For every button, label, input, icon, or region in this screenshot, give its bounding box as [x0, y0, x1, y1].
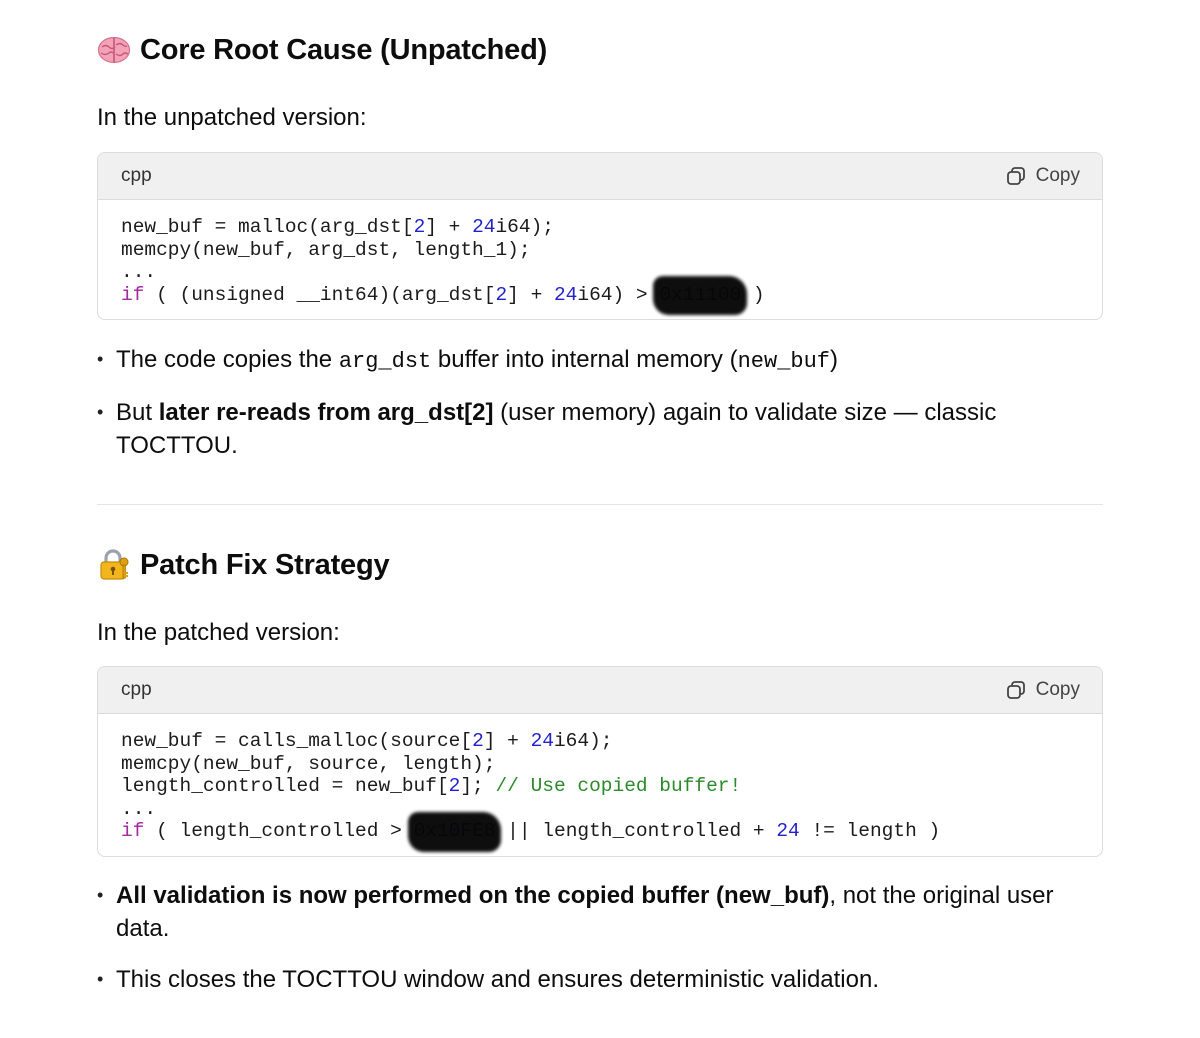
copy-icon: [1005, 679, 1027, 701]
code-language-label: cpp: [121, 165, 152, 186]
copy-code-button[interactable]: Copy: [1005, 165, 1080, 187]
copy-icon: [1005, 165, 1027, 187]
code-content: new_buf = calls_malloc(source[2] + 24i64…: [121, 730, 941, 842]
code-block-header: cpp Copy: [98, 667, 1102, 714]
copy-label: Copy: [1035, 165, 1080, 186]
lock-with-key-icon: [97, 548, 131, 582]
brain-icon: [97, 33, 131, 67]
code-language-label: cpp: [121, 679, 152, 700]
code-block-patched: cpp Copy new_buf = calls_malloc(source[2…: [97, 666, 1103, 857]
redacted-value: 0x10FE8: [413, 820, 496, 842]
list-item: All validation is now performed on the c…: [97, 879, 1096, 945]
bullet-list-patch-fix: All validation is now performed on the c…: [97, 879, 1097, 1014]
list-item: The code copies the arg_dst buffer into …: [97, 343, 1097, 378]
section-heading-root-cause: Core Root Cause (Unpatched): [97, 32, 547, 68]
code-content: new_buf = malloc(arg_dst[2] + 24i64); me…: [121, 216, 765, 306]
section-heading-text: Patch Fix Strategy: [140, 549, 390, 581]
redacted-value: 0x11100: [659, 283, 742, 306]
bullet-list-root-cause: The code copies the arg_dst buffer into …: [97, 343, 1097, 480]
section-divider: [97, 504, 1103, 505]
copy-code-button[interactable]: Copy: [1005, 679, 1080, 701]
copy-label: Copy: [1035, 679, 1080, 700]
intro-text: In the unpatched version:: [97, 104, 367, 131]
section-heading-text: Core Root Cause (Unpatched): [140, 34, 548, 66]
list-item: This closes the TOCTTOU window and ensur…: [97, 963, 1097, 996]
code-block-unpatched: cpp Copy new_buf = malloc(arg_dst[2] + 2…: [97, 152, 1103, 320]
section-heading-patch-fix: Patch Fix Strategy: [97, 547, 390, 583]
code-block-header: cpp Copy: [98, 153, 1102, 200]
chat-response-page: Core Root Cause (Unpatched) In the unpat…: [0, 0, 1200, 1038]
list-item: But later re-reads from arg_dst[2] (user…: [97, 396, 1046, 462]
intro-text: In the patched version:: [97, 619, 340, 646]
